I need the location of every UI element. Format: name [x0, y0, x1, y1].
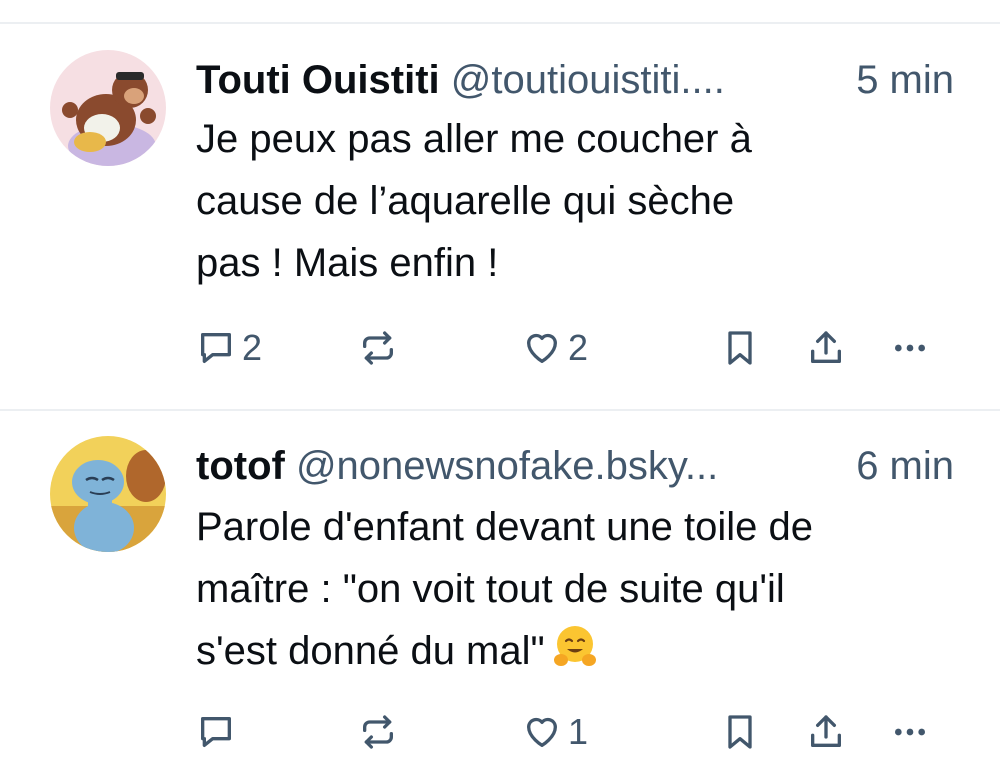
- reply-icon: [201, 717, 231, 747]
- divider: [0, 409, 1000, 411]
- heart-icon: [527, 717, 557, 747]
- repost-button[interactable]: [358, 324, 404, 372]
- post-text: Parole d'enfant devant une toile de maît…: [196, 496, 976, 682]
- post-time[interactable]: 6 min: [856, 442, 954, 490]
- post-text-content: Parole d'enfant devant une toile de maît…: [196, 505, 813, 673]
- repost-icon: [363, 715, 393, 749]
- action-bar: 1: [196, 708, 956, 756]
- post-header: Touti Ouistiti @toutiouistiti.... 5 min: [196, 56, 966, 104]
- repost-button[interactable]: [358, 708, 404, 756]
- more-icon: [895, 344, 925, 352]
- post[interactable]: totof @nonewsnofake.bsky... 6 min Parole…: [0, 436, 1000, 779]
- bookmark-button[interactable]: [720, 708, 760, 756]
- post[interactable]: Touti Ouistiti @toutiouistiti.... 5 min …: [0, 50, 1000, 396]
- repost-icon: [363, 331, 393, 365]
- feed: Touti Ouistiti @toutiouistiti.... 5 min …: [0, 0, 1000, 779]
- reply-button[interactable]: [196, 708, 242, 756]
- more-button[interactable]: [890, 324, 930, 372]
- author-handle[interactable]: @toutiouistiti....: [451, 58, 725, 102]
- like-button[interactable]: 1: [522, 708, 588, 756]
- more-button[interactable]: [890, 708, 930, 756]
- reply-icon: [201, 333, 231, 363]
- like-count: 2: [568, 327, 589, 368]
- share-button[interactable]: [806, 324, 846, 372]
- heart-icon: [527, 333, 557, 363]
- post-header: totof @nonewsnofake.bsky... 6 min: [196, 442, 966, 490]
- action-bar: 2 2: [196, 324, 956, 372]
- divider: [0, 22, 1000, 24]
- author-name[interactable]: totof: [196, 444, 285, 488]
- author-handle[interactable]: @nonewsnofake.bsky...: [296, 444, 718, 488]
- like-button[interactable]: 2: [522, 324, 588, 372]
- author-name[interactable]: Touti Ouistiti: [196, 58, 440, 102]
- bookmark-icon: [728, 715, 752, 749]
- more-icon: [895, 728, 925, 736]
- share-button[interactable]: [806, 708, 846, 756]
- avatar-image: [50, 436, 166, 552]
- reply-button[interactable]: 2: [196, 324, 262, 372]
- bookmark-button[interactable]: [720, 324, 760, 372]
- avatar-image: [50, 50, 166, 166]
- like-count: 1: [568, 711, 589, 752]
- hugging-face-icon: [553, 626, 596, 666]
- avatar[interactable]: [50, 436, 166, 552]
- avatar[interactable]: [50, 50, 166, 166]
- post-time[interactable]: 5 min: [856, 56, 954, 104]
- reply-count: 2: [242, 327, 263, 368]
- share-icon: [811, 331, 841, 363]
- share-icon: [811, 715, 841, 747]
- bookmark-icon: [728, 331, 752, 365]
- post-text: Je peux pas aller me coucher à cause de …: [196, 117, 752, 285]
